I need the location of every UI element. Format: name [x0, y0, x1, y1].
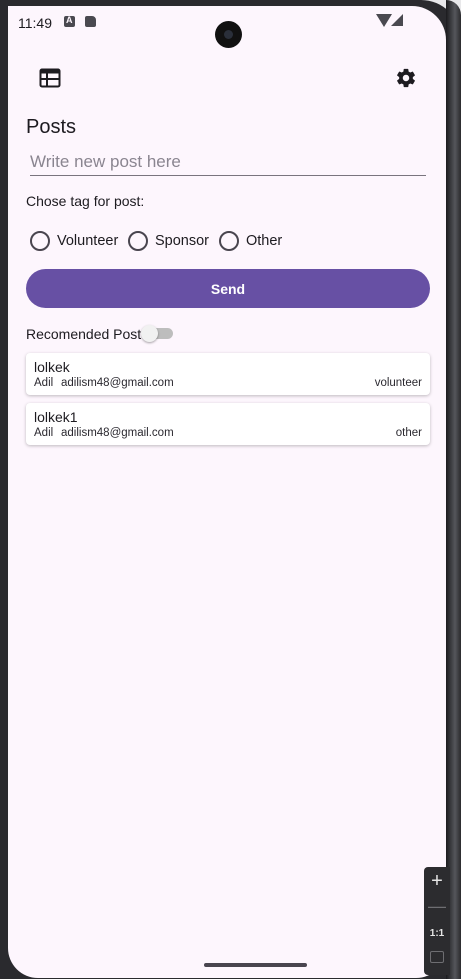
- radio-circle: [30, 231, 50, 251]
- wifi-icon: [376, 14, 392, 27]
- settings-button[interactable]: [386, 58, 426, 98]
- radio-sponsor[interactable]: Sponsor: [128, 222, 209, 260]
- post-author: Adil: [34, 427, 54, 439]
- radio-label-other: Other: [246, 233, 283, 249]
- signal-icon: [391, 14, 403, 26]
- sd-card-icon: [85, 16, 96, 27]
- post-email: adilism48@gmail.com: [61, 427, 174, 439]
- device-frame: 11:49 Posts Chose tag for post:: [0, 0, 461, 979]
- post-title: lolkek1: [34, 409, 78, 425]
- recommended-label: Recomended Post: [26, 326, 142, 342]
- calendar-view-icon: [39, 68, 61, 88]
- radio-other[interactable]: Other: [219, 222, 282, 260]
- send-button[interactable]: Send: [26, 269, 430, 308]
- tag-label: Chose tag for post:: [26, 193, 145, 209]
- post-tag: volunteer: [374, 377, 422, 389]
- radio-circle: [128, 231, 148, 251]
- switch-thumb: [141, 325, 158, 342]
- radio-label-sponsor: Sponsor: [155, 233, 210, 249]
- post-author: Adil: [34, 377, 54, 389]
- post-title: lolkek: [34, 359, 70, 375]
- post-tag: other: [395, 427, 422, 439]
- device-frame-edge: [446, 0, 461, 979]
- zoom-reset-button[interactable]: 1:1: [424, 928, 450, 939]
- gear-icon: [397, 68, 415, 88]
- recommended-switch[interactable]: [141, 325, 173, 342]
- notification-a-icon: [64, 15, 75, 27]
- status-time: 11:49: [18, 15, 52, 31]
- emulator-zoom-panel: + — 1:1: [424, 867, 450, 975]
- radio-label-volunteer: Volunteer: [57, 233, 119, 249]
- new-post-input[interactable]: [30, 148, 426, 176]
- app-screen: 11:49 Posts Chose tag for post:: [8, 6, 446, 978]
- zoom-in-button[interactable]: +: [424, 870, 450, 893]
- radio-volunteer[interactable]: Volunteer: [30, 222, 118, 260]
- status-bar: 11:49: [8, 6, 446, 48]
- post-card[interactable]: lolkek Adil adilism48@gmail.com voluntee…: [26, 353, 430, 395]
- front-camera: [215, 21, 242, 48]
- zoom-out-button[interactable]: —: [424, 896, 450, 917]
- radio-circle: [219, 231, 239, 251]
- post-list: lolkek Adil adilism48@gmail.com voluntee…: [26, 353, 430, 453]
- zoom-fit-icon[interactable]: [430, 951, 444, 963]
- post-email: adilism48@gmail.com: [61, 377, 174, 389]
- gesture-nav-handle[interactable]: [204, 963, 307, 967]
- page-title: Posts: [26, 116, 77, 138]
- calendar-button[interactable]: [30, 58, 70, 98]
- post-card[interactable]: lolkek1 Adil adilism48@gmail.com other: [26, 403, 430, 445]
